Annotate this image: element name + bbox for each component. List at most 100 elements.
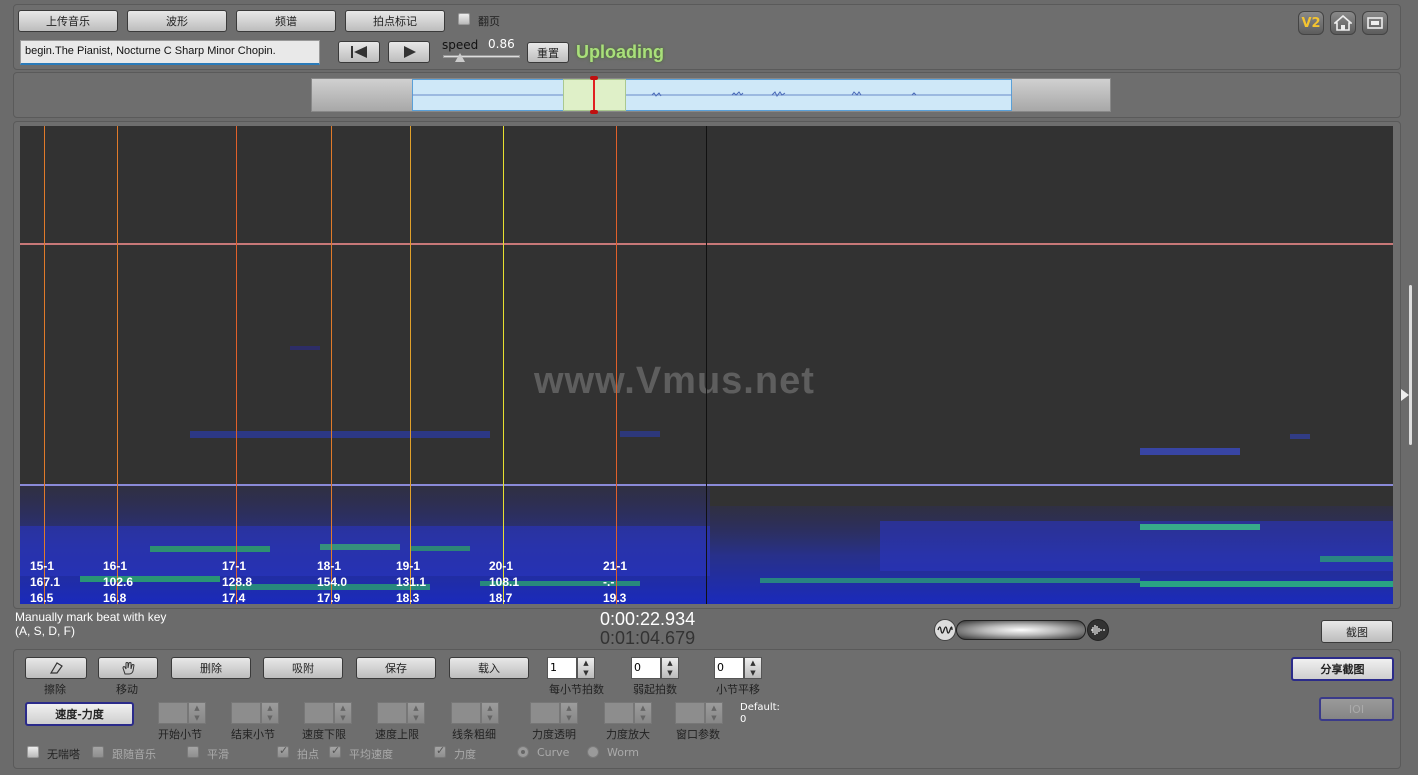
move-label: 移动: [116, 683, 138, 696]
marker-bar: 19-1: [396, 559, 421, 573]
avg-tempo-label: 平均速度: [349, 748, 393, 761]
vertical-scrollbar[interactable]: [1409, 285, 1412, 445]
spectrum-button[interactable]: 频谱: [236, 10, 336, 32]
marker-line-18[interactable]: [331, 126, 332, 604]
beat-point-checkbox[interactable]: [277, 744, 289, 758]
playback-cursor[interactable]: [706, 126, 707, 604]
marker-line-15[interactable]: [44, 126, 45, 604]
end-bar-label: 结束小节: [231, 728, 275, 741]
smooth-checkbox[interactable]: [187, 746, 199, 758]
save-button[interactable]: 保存: [356, 657, 436, 679]
no-breath-checkbox[interactable]: [27, 746, 39, 758]
window-param-label: 窗口参数: [676, 728, 720, 741]
pickup-label: 弱起拍数: [633, 683, 677, 696]
marker-time: 17.9: [317, 591, 341, 605]
curve-label: Curve: [537, 746, 570, 759]
overview-playhead-bottom: [590, 110, 598, 114]
tempo-min-input[interactable]: [304, 702, 334, 724]
dyn-transparency-input[interactable]: [530, 702, 560, 724]
bar-shift-input[interactable]: 0: [714, 657, 744, 679]
end-bar-arrows[interactable]: ▲ ▼: [261, 702, 279, 724]
dyn-zoom-arrows[interactable]: ▲ ▼: [634, 702, 652, 724]
beat-mark-button[interactable]: 拍点标记: [345, 10, 445, 32]
line-width-input[interactable]: [451, 702, 481, 724]
start-bar-arrows[interactable]: ▲ ▼: [188, 702, 206, 724]
share-screenshot-button[interactable]: 分享截图: [1291, 657, 1394, 681]
tempo-max-input[interactable]: [377, 702, 407, 724]
scroll-arrow-icon[interactable]: [1401, 389, 1409, 401]
overview-playhead[interactable]: [593, 77, 595, 113]
marker-tempo: 128.8: [222, 575, 253, 589]
dyn-zoom-input[interactable]: [604, 702, 634, 724]
marker-line-20[interactable]: [503, 126, 504, 604]
marker-line-16[interactable]: [117, 126, 118, 604]
overview-playhead-top: [590, 76, 598, 80]
marker-time: 19.3: [603, 591, 627, 605]
ioi-button[interactable]: IOI: [1319, 697, 1394, 721]
dynamics-checkbox[interactable]: [434, 744, 446, 758]
bar-shift-arrows[interactable]: ▲ ▼: [744, 657, 762, 679]
window-param-input[interactable]: [675, 702, 705, 724]
avg-tempo-checkbox[interactable]: [329, 744, 341, 758]
erase-label: 擦除: [44, 683, 66, 696]
start-bar-input[interactable]: [158, 702, 188, 724]
default-label: Default:: [740, 702, 780, 713]
marker-bar: 17-1: [222, 559, 247, 573]
attach-button[interactable]: 吸附: [263, 657, 343, 679]
beat-point-label: 拍点: [297, 748, 319, 761]
line-width-arrows[interactable]: ▲ ▼: [481, 702, 499, 724]
erase-button[interactable]: [25, 657, 87, 679]
waveform-button[interactable]: 波形: [127, 10, 227, 32]
speed-slider-handle[interactable]: [455, 53, 465, 62]
upload-music-button[interactable]: 上传音乐: [18, 10, 118, 32]
overview-waveform: [412, 91, 1012, 97]
curve-radio[interactable]: [517, 746, 529, 758]
smooth-label: 平滑: [207, 748, 229, 761]
move-button[interactable]: [98, 657, 158, 679]
upload-status: Uploading: [576, 42, 664, 62]
song-title-field[interactable]: begin.The Pianist, Nocturne C Sharp Mino…: [20, 40, 320, 65]
play-button[interactable]: [388, 41, 430, 63]
tempo-max-arrows[interactable]: ▲ ▼: [407, 702, 425, 724]
marker-line-19[interactable]: [410, 126, 411, 604]
move-hand-icon: [122, 662, 135, 675]
zoom-slider[interactable]: [956, 620, 1086, 640]
delete-button[interactable]: 删除: [171, 657, 251, 679]
load-button[interactable]: 载入: [449, 657, 529, 679]
marker-tempo: 108.1: [489, 575, 520, 589]
line-width-label: 线条粗细: [452, 728, 496, 741]
previous-button[interactable]: [338, 41, 380, 63]
spectrum-wave-icon[interactable]: [1087, 619, 1109, 641]
follow-music-checkbox[interactable]: [92, 746, 104, 758]
marker-tempo: 131.1: [396, 575, 427, 589]
marker-bar: 20-1: [489, 559, 514, 573]
home-icon[interactable]: [1330, 11, 1356, 35]
hint-line2: (A, S, D, F): [15, 624, 75, 638]
dyn-transparency-arrows[interactable]: ▲ ▼: [560, 702, 578, 724]
marker-bar: 15-1: [30, 559, 55, 573]
speed-value: 0.86: [488, 37, 515, 51]
marker-time: 18.3: [396, 591, 420, 605]
fullscreen-icon[interactable]: [1362, 11, 1388, 35]
screenshot-button[interactable]: 截图: [1321, 620, 1393, 643]
marker-label-18: 18-1 154.0 17.9: [317, 558, 347, 606]
speed-reset-button[interactable]: 重置: [527, 42, 569, 63]
follow-music-label: 跟随音乐: [112, 748, 156, 761]
beats-per-bar-arrows[interactable]: ▲ ▼: [577, 657, 595, 679]
window-param-arrows[interactable]: ▲ ▼: [705, 702, 723, 724]
worm-radio[interactable]: [587, 746, 599, 758]
pickup-input[interactable]: 0: [631, 657, 661, 679]
tempo-max-label: 速度上限: [375, 728, 419, 741]
beats-per-bar-input[interactable]: 1: [547, 657, 577, 679]
end-bar-input[interactable]: [231, 702, 261, 724]
marker-line-17[interactable]: [236, 126, 237, 604]
tempo-dynamics-button[interactable]: 速度-力度: [25, 702, 134, 726]
marker-line-21[interactable]: [616, 126, 617, 604]
tempo-min-arrows[interactable]: ▲ ▼: [334, 702, 352, 724]
v2-icon[interactable]: V2: [1298, 11, 1324, 35]
page-turn-checkbox[interactable]: [458, 13, 470, 25]
marker-tempo: 102.6: [103, 575, 134, 589]
page-turn-label: 翻页: [478, 15, 500, 28]
wave-icon[interactable]: [934, 619, 956, 641]
pickup-arrows[interactable]: ▲ ▼: [661, 657, 679, 679]
